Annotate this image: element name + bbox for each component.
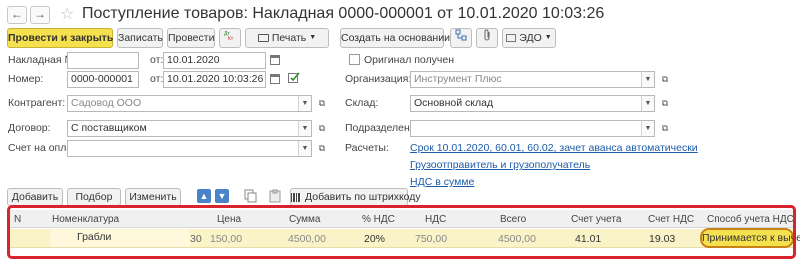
svg-text:Кт: Кт	[228, 36, 234, 41]
open-link-icon[interactable]: ⧉	[316, 122, 328, 134]
calendar-icon[interactable]	[270, 55, 280, 65]
pick-button[interactable]: Подбор	[67, 188, 121, 206]
approve-icon[interactable]	[288, 72, 300, 87]
settlements-link[interactable]: Срок 10.01.2020, 60.01, 60.02, зачет ава…	[410, 142, 698, 154]
chevron-down-icon[interactable]: ▼	[298, 121, 311, 136]
calendar-icon[interactable]	[270, 74, 280, 84]
chevron-down-icon: ▼	[309, 34, 317, 42]
contract-label: Договор:	[8, 122, 51, 134]
edo-icon	[506, 34, 517, 43]
settlements-label: Расчеты:	[345, 142, 389, 154]
create-based-on-button[interactable]: Создать на основании▼	[340, 28, 460, 48]
print-label: Печать	[271, 32, 307, 44]
paperclip-icon[interactable]	[476, 28, 498, 48]
contract-value: С поставщиком	[71, 122, 147, 134]
number-date-label: от:	[150, 73, 164, 85]
post-and-close-button[interactable]: Провести и закрыть	[7, 28, 113, 48]
create-based-label: Создать на основании	[341, 32, 450, 44]
paste-icon[interactable]	[268, 189, 282, 206]
open-link-icon[interactable]: ⧉	[659, 97, 671, 109]
organization-value: Инструмент Плюс	[414, 73, 502, 85]
chevron-down-icon[interactable]: ▼	[298, 96, 311, 111]
back-button[interactable]: ←	[7, 6, 27, 24]
invoice-date-label: от:	[150, 54, 164, 66]
chevron-down-icon[interactable]: ▼	[641, 96, 654, 111]
page-title: Поступление товаров: Накладная 0000-0000…	[82, 5, 605, 22]
print-button[interactable]: Печать ▼	[245, 28, 329, 48]
organization-field[interactable]: Инструмент Плюс ▼	[410, 71, 655, 88]
consignor-link[interactable]: Грузоотправитель и грузополучатель	[410, 159, 590, 171]
arrow-right-icon: →	[34, 7, 46, 21]
number-field[interactable]: 0000-000001	[67, 71, 139, 88]
open-link-icon[interactable]: ⧉	[659, 73, 671, 85]
change-button[interactable]: Изменить	[125, 188, 181, 206]
open-link-icon[interactable]: ⧉	[659, 122, 671, 134]
barcode-icon	[291, 192, 301, 202]
open-link-icon[interactable]: ⧉	[316, 97, 328, 109]
arrow-left-icon: ←	[11, 7, 23, 21]
number-label: Номер:	[8, 73, 44, 85]
open-link-icon[interactable]: ⧉	[316, 142, 328, 154]
organization-label: Организация:	[345, 73, 412, 85]
move-down-icon[interactable]: ▼	[215, 189, 229, 203]
add-by-barcode-button[interactable]: Добавить по штрихкоду	[290, 188, 421, 206]
original-received-label: Оригинал получен	[364, 54, 455, 66]
number-datetime-field[interactable]: 10.01.2020 10:03:26	[163, 71, 266, 88]
save-button[interactable]: Записать	[117, 28, 163, 48]
vat-link[interactable]: НДС в сумме	[410, 176, 474, 188]
add-by-barcode-label: Добавить по штрихкоду	[305, 191, 421, 203]
counterparty-label: Контрагент:	[8, 97, 66, 109]
chevron-down-icon[interactable]: ▼	[641, 72, 654, 87]
printer-icon	[257, 34, 269, 43]
forward-button[interactable]: →	[30, 6, 50, 24]
move-up-icon[interactable]: ▲	[197, 189, 211, 203]
copy-icon[interactable]	[244, 189, 258, 206]
chevron-down-icon[interactable]: ▼	[298, 141, 311, 156]
table-highlight-frame	[7, 205, 796, 259]
counterparty-field[interactable]: Садовод ООО ▼	[67, 95, 312, 112]
warehouse-field[interactable]: Основной склад ▼	[410, 95, 655, 112]
warehouse-label: Склад:	[345, 97, 379, 109]
dt-kt-icon[interactable]: Дт Кт	[219, 28, 241, 48]
invoice-date-field[interactable]: 10.01.2020	[163, 52, 266, 69]
star-icon[interactable]: ☆	[60, 4, 74, 24]
post-button[interactable]: Провести	[167, 28, 215, 48]
subdivision-field[interactable]: ▼	[410, 120, 655, 137]
edo-label: ЭДО	[519, 32, 542, 44]
edo-button[interactable]: ЭДО ▼	[502, 28, 556, 48]
contract-field[interactable]: С поставщиком ▼	[67, 120, 312, 137]
counterparty-value: Садовод ООО	[71, 97, 142, 109]
chevron-down-icon: ▼	[544, 34, 552, 42]
warehouse-value: Основной склад	[414, 97, 494, 109]
payment-invoice-field[interactable]: ▼	[67, 140, 312, 157]
original-received-checkbox[interactable]	[349, 54, 360, 65]
invoice-number-field[interactable]	[67, 52, 139, 69]
chevron-down-icon[interactable]: ▼	[641, 121, 654, 136]
structure-icon[interactable]	[450, 28, 472, 48]
add-button[interactable]: Добавить	[7, 188, 63, 206]
